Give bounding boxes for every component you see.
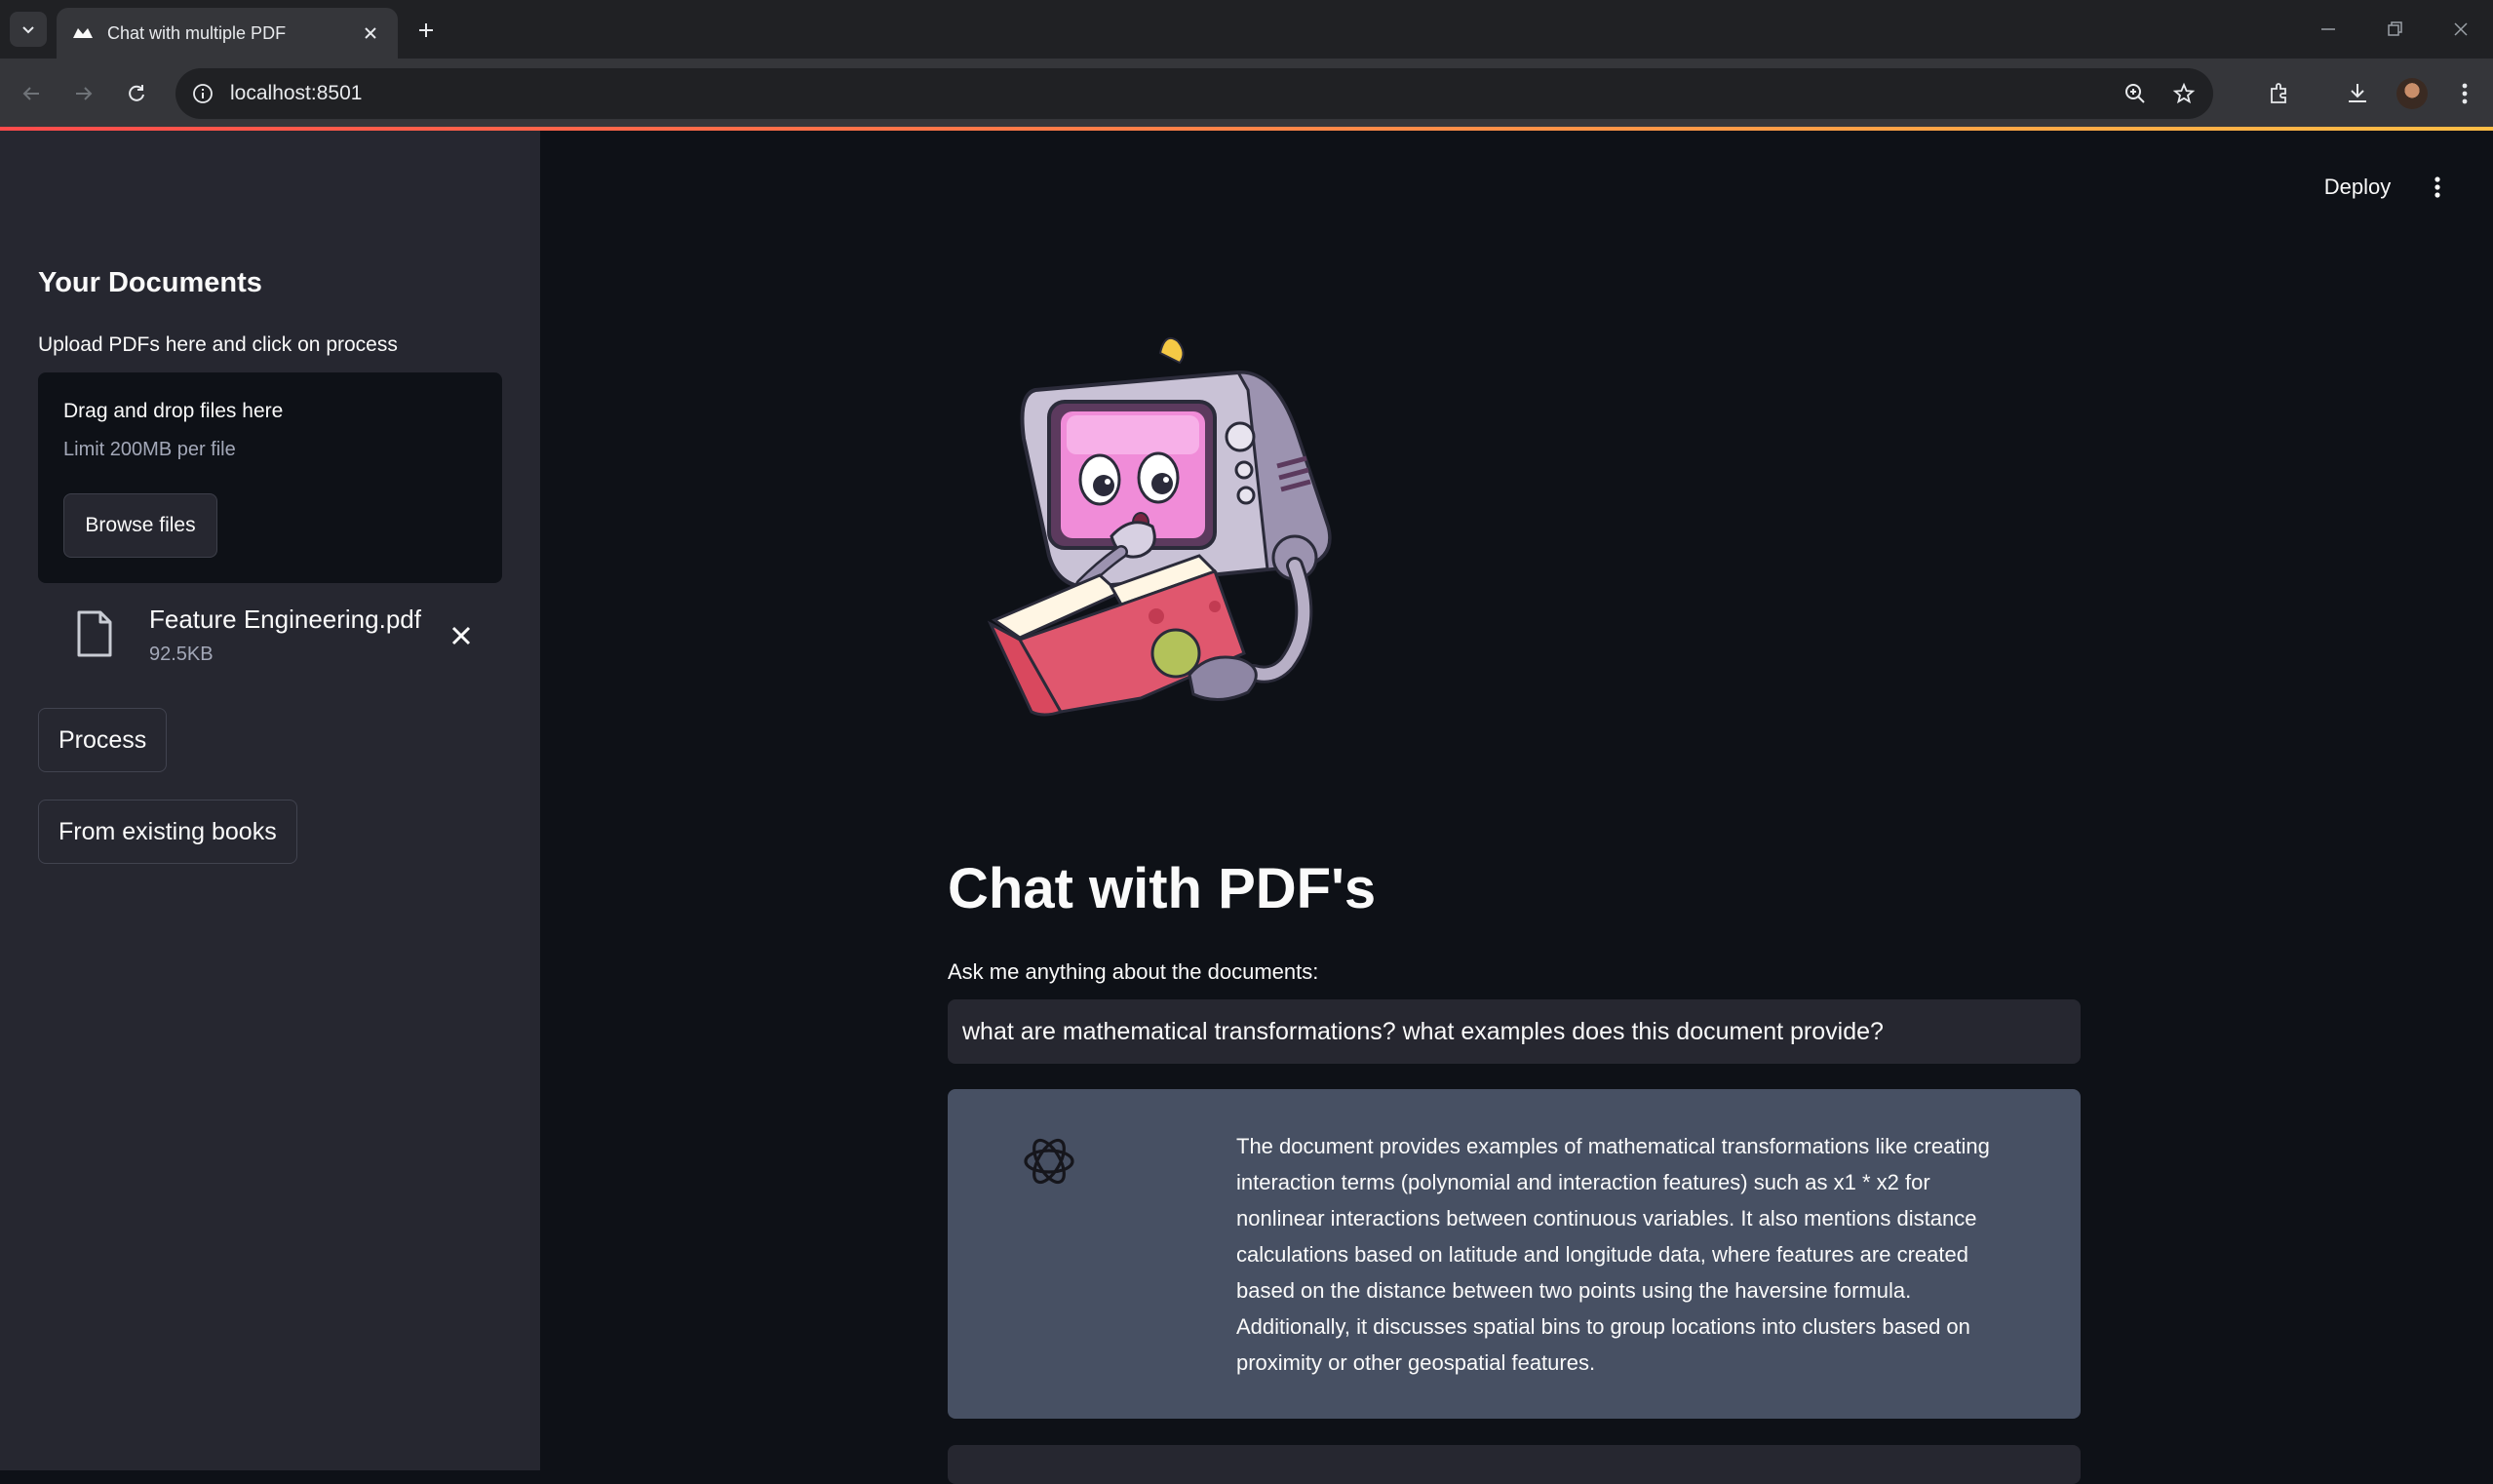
restore-button[interactable] <box>2365 10 2424 49</box>
next-message <box>948 1445 2081 1484</box>
close-icon <box>2454 22 2468 36</box>
openai-logo-icon <box>1024 1138 1074 1185</box>
answer-text: The document provides examples of mathem… <box>1236 1134 1990 1375</box>
upload-label: Upload PDFs here and click on process <box>38 333 398 356</box>
reload-button[interactable] <box>119 76 154 111</box>
tab-search-button[interactable] <box>10 12 47 47</box>
close-tab-icon[interactable] <box>359 21 382 45</box>
zoom-icon[interactable] <box>2116 74 2155 113</box>
browser-tab[interactable]: Chat with multiple PDF <box>57 8 398 59</box>
plus-icon <box>419 23 433 37</box>
question-input[interactable]: what are mathematical transformations? w… <box>948 999 2081 1064</box>
sidebar-heading: Your Documents <box>38 267 262 298</box>
from-existing-books-button[interactable]: From existing books <box>38 800 297 864</box>
minimize-button[interactable] <box>2299 10 2357 49</box>
browser-toolbar: localhost:8501 <box>0 59 2493 129</box>
dropzone-title: Drag and drop files here <box>63 400 284 422</box>
process-button[interactable]: Process <box>38 708 168 772</box>
remove-file-button[interactable] <box>446 620 477 651</box>
chevron-down-icon <box>22 26 34 34</box>
file-icon <box>77 610 112 657</box>
streamlit-favicon-icon <box>72 22 94 44</box>
file-dropzone[interactable]: Drag and drop files here Limit 200MB per… <box>38 372 502 583</box>
browser-menu-button[interactable] <box>2447 76 2482 111</box>
kebab-menu-icon <box>2435 176 2440 198</box>
puzzle-icon <box>2271 83 2286 103</box>
url-text: localhost:8501 <box>230 82 363 104</box>
reload-icon <box>129 85 144 101</box>
browse-files-button[interactable]: Browse files <box>63 493 217 558</box>
uploaded-file-item: Feature Engineering.pdf 92.5KB <box>38 599 502 677</box>
minimize-icon <box>2321 28 2335 30</box>
kebab-menu-icon <box>2462 83 2468 104</box>
restore-icon <box>2388 21 2402 36</box>
question-label: Ask me anything about the documents: <box>948 959 1319 984</box>
downloads-button[interactable] <box>2340 76 2375 111</box>
browser-tabbar: Chat with multiple PDF <box>0 0 2493 59</box>
answer-message: The document provides examples of mathem… <box>948 1089 2081 1419</box>
file-size: 92.5KB <box>149 644 214 665</box>
app-menu-button[interactable] <box>2420 168 2455 207</box>
sidebar: Your Documents Upload PDFs here and clic… <box>0 131 540 1470</box>
download-icon <box>2349 84 2366 102</box>
forward-button[interactable] <box>66 76 101 111</box>
new-tab-button[interactable] <box>409 14 443 47</box>
arrow-left-icon <box>22 87 39 100</box>
extensions-button[interactable] <box>2262 76 2297 111</box>
dropzone-limit: Limit 200MB per file <box>63 439 236 460</box>
arrow-right-icon <box>76 87 93 100</box>
tab-title: Chat with multiple PDF <box>107 22 287 43</box>
deploy-button[interactable]: Deploy <box>2309 168 2406 207</box>
page-title: Chat with PDF's <box>948 857 1377 920</box>
robot-reading-illustration <box>987 337 1332 717</box>
back-button[interactable] <box>14 76 49 111</box>
profile-avatar[interactable] <box>2396 78 2428 109</box>
address-bar[interactable]: localhost:8501 <box>175 68 2213 119</box>
file-name: Feature Engineering.pdf <box>149 605 421 634</box>
site-info-icon[interactable] <box>191 82 214 105</box>
close-icon <box>451 626 471 645</box>
bookmark-star-icon[interactable] <box>2164 74 2203 113</box>
close-window-button[interactable] <box>2432 10 2490 49</box>
